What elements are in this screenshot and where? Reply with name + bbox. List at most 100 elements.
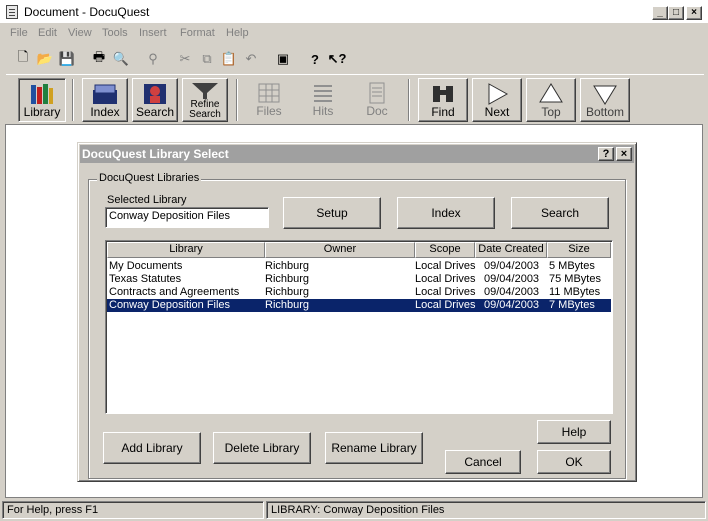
delete-library-button[interactable]: Delete Library: [213, 432, 311, 464]
cancel-button[interactable]: Cancel: [445, 450, 521, 474]
hits-button[interactable]: Hits: [300, 78, 346, 122]
print-preview-icon[interactable]: 🔍: [110, 48, 132, 70]
paste-icon[interactable]: 📋: [218, 48, 240, 70]
document-app-icon[interactable]: [6, 5, 18, 19]
cell-scope: Local Drives: [415, 286, 476, 298]
cell-size: 75 MBytes: [549, 273, 601, 285]
open-folder-icon[interactable]: 📂: [34, 48, 56, 70]
column-header-library[interactable]: Library: [107, 242, 265, 258]
toolbar-separator: [408, 79, 410, 121]
index-button[interactable]: Index: [82, 78, 128, 122]
cell-owner: Richburg: [265, 286, 310, 298]
print-icon[interactable]: 🖶: [88, 48, 110, 70]
dialog-title: DocuQuest Library Select: [82, 147, 229, 161]
menu-format[interactable]: Format: [180, 27, 215, 39]
properties-icon[interactable]: ▣: [272, 48, 294, 70]
refine-search-button[interactable]: Refine Search: [182, 78, 228, 122]
table-row-selected[interactable]: Conway Deposition Files Richburg Local D…: [107, 299, 611, 312]
cell-owner: Richburg: [265, 299, 310, 311]
setup-button[interactable]: Setup: [283, 197, 381, 229]
toolbar-separator: [72, 79, 74, 121]
down-arrow-icon: [593, 85, 617, 105]
index-dialog-button[interactable]: Index: [397, 197, 495, 229]
search-dialog-button[interactable]: Search: [511, 197, 609, 229]
find-button[interactable]: Find: [418, 78, 468, 122]
library-list[interactable]: Library Owner Scope Date Created Size My…: [105, 240, 613, 414]
search-button[interactable]: Search: [132, 78, 178, 122]
hits-list-icon: [314, 85, 332, 102]
dialog-title-bar: DocuQuest Library Select ? ×: [80, 145, 634, 163]
cell-owner: Richburg: [265, 260, 310, 272]
cell-library: Contracts and Agreements: [109, 286, 240, 298]
cell-scope: Local Drives: [415, 299, 476, 311]
cell-date: 09/04/2003: [484, 299, 540, 311]
cell-library: My Documents: [109, 260, 183, 272]
column-header-size[interactable]: Size: [547, 242, 611, 258]
up-arrow-icon: [539, 83, 563, 103]
standard-toolbar: 🗋 📂 💾 🖶 🔍 ⚲ ✂ ⧉ 📋 ↶ ▣ ? ↖?: [6, 46, 356, 72]
menu-help[interactable]: Help: [226, 27, 249, 39]
menu-edit[interactable]: Edit: [38, 27, 57, 39]
menu-view[interactable]: View: [68, 27, 92, 39]
dialog-close-icon[interactable]: ×: [616, 147, 632, 161]
libraries-group: DocuQuest Libraries Selected Library Con…: [88, 172, 626, 479]
maximize-button[interactable]: □: [668, 6, 684, 20]
column-header-date-created[interactable]: Date Created: [475, 242, 547, 258]
column-header-scope[interactable]: Scope: [415, 242, 475, 258]
close-button[interactable]: ×: [686, 6, 702, 20]
dialog-help-icon[interactable]: ?: [598, 147, 614, 161]
cell-date: 09/04/2003: [484, 286, 540, 298]
bottom-button[interactable]: Bottom: [580, 78, 630, 122]
column-header-owner[interactable]: Owner: [265, 242, 415, 258]
add-library-button[interactable]: Add Library: [103, 432, 201, 464]
context-help-icon[interactable]: ↖?: [326, 48, 348, 70]
window-title-bar: Document - DocuQuest _ □ ×: [0, 0, 708, 24]
status-help-text: For Help, press F1: [2, 501, 264, 519]
document-icon: [369, 82, 385, 104]
next-button[interactable]: Next: [472, 78, 522, 122]
group-label: DocuQuest Libraries: [97, 172, 202, 184]
table-row[interactable]: Texas Statutes Richburg Local Drives 09/…: [107, 273, 611, 286]
undo-icon[interactable]: ↶: [240, 48, 262, 70]
minimize-button[interactable]: _: [652, 6, 668, 20]
library-button[interactable]: Library: [18, 78, 66, 122]
table-row[interactable]: My Documents Richburg Local Drives 09/04…: [107, 260, 611, 273]
cell-scope: Local Drives: [415, 260, 476, 272]
menu-bar: File Edit View Tools Insert Format Help: [0, 24, 708, 43]
menu-file[interactable]: File: [10, 27, 28, 39]
rename-library-button[interactable]: Rename Library: [325, 432, 423, 464]
selected-library-field[interactable]: Conway Deposition Files: [105, 207, 269, 228]
save-icon[interactable]: 💾: [56, 48, 78, 70]
help-icon[interactable]: ?: [304, 48, 326, 70]
cell-library: Conway Deposition Files: [109, 299, 231, 311]
cell-size: 7 MBytes: [549, 299, 595, 311]
cell-date: 09/04/2003: [484, 260, 540, 272]
find-binoculars-icon[interactable]: ⚲: [142, 48, 164, 70]
help-button[interactable]: Help: [537, 420, 611, 444]
ok-button[interactable]: OK: [537, 450, 611, 474]
cell-owner: Richburg: [265, 273, 310, 285]
table-row[interactable]: Contracts and Agreements Richburg Local …: [107, 286, 611, 299]
cell-scope: Local Drives: [415, 273, 476, 285]
binoculars-icon: [433, 86, 453, 102]
files-button[interactable]: Files: [246, 78, 292, 122]
top-button[interactable]: Top: [526, 78, 576, 122]
cell-date: 09/04/2003: [484, 273, 540, 285]
funnel-icon: [192, 83, 218, 99]
toolbar-separator: [236, 79, 238, 121]
next-arrow-icon: [488, 83, 509, 105]
cut-icon[interactable]: ✂: [174, 48, 196, 70]
files-grid-icon: [258, 83, 280, 103]
books-icon: [31, 84, 53, 104]
status-bar: For Help, press F1 LIBRARY: Conway Depos…: [0, 499, 708, 521]
copy-icon[interactable]: ⧉: [196, 48, 218, 70]
index-cards-icon: [93, 84, 117, 104]
new-document-icon[interactable]: 🗋: [12, 48, 34, 70]
status-library: LIBRARY: Conway Deposition Files: [266, 501, 706, 519]
window-title: Document - DocuQuest: [24, 5, 150, 19]
menu-insert[interactable]: Insert: [139, 27, 167, 39]
doc-button[interactable]: Doc: [354, 78, 400, 122]
search-person-icon: [144, 84, 166, 104]
cell-library: Texas Statutes: [109, 273, 182, 285]
menu-tools[interactable]: Tools: [102, 27, 128, 39]
